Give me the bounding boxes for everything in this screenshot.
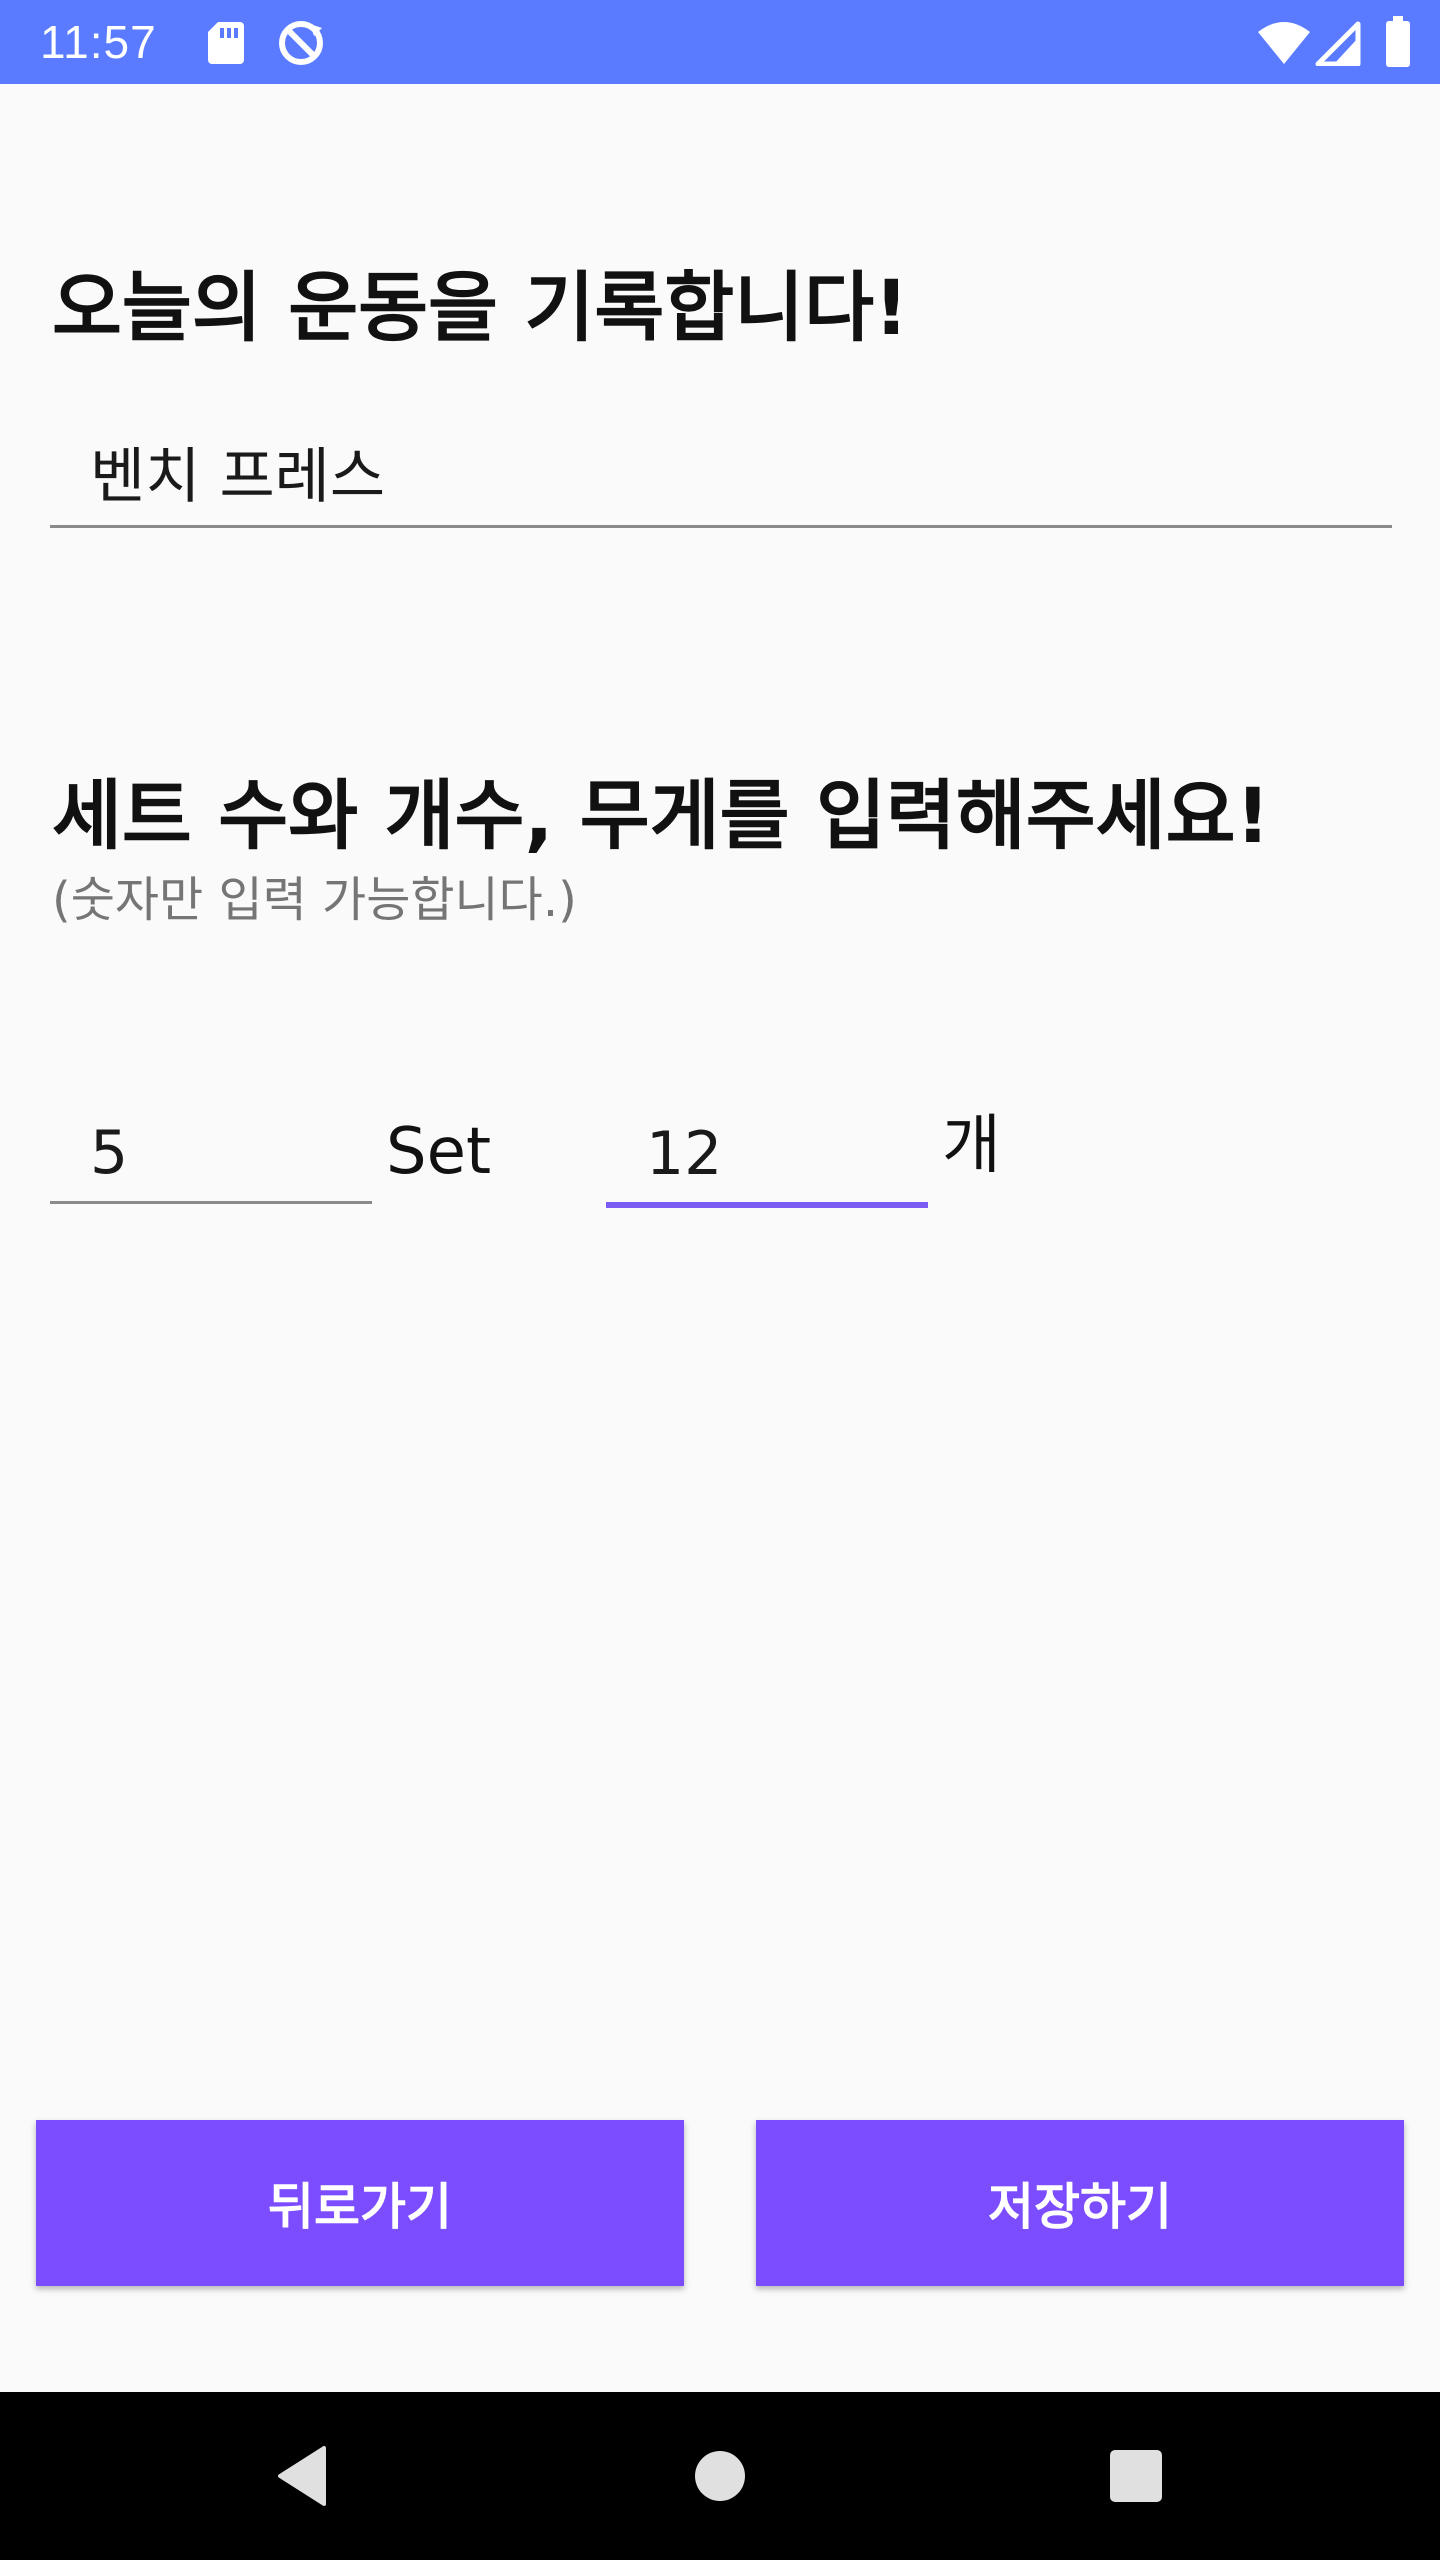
- sync-disabled-icon: [279, 21, 323, 65]
- exercise-name-input[interactable]: 벤치 프레스: [50, 424, 1392, 528]
- reps-input[interactable]: 12: [606, 1112, 928, 1208]
- sd-card-icon: [208, 22, 244, 64]
- page-title: 오늘의 운동을 기록합니다!: [52, 263, 909, 352]
- back-button[interactable]: 뒤로가기: [36, 2120, 684, 2286]
- status-bar: 11:57: [0, 0, 1440, 84]
- home-circle-icon[interactable]: [694, 2450, 746, 2502]
- back-triangle-icon[interactable]: [270, 2442, 338, 2510]
- section-title: 세트 수와 개수, 무게를 입력해주세요!: [52, 771, 1271, 860]
- reps-value: 12: [646, 1119, 723, 1189]
- sets-unit-label: Set: [386, 1115, 492, 1189]
- signal-icon: [1315, 21, 1361, 66]
- sets-value: 5: [90, 1118, 129, 1188]
- reps-unit-label: 개: [942, 1109, 1001, 1183]
- status-time: 11:57: [40, 16, 157, 68]
- battery-icon: [1386, 16, 1410, 67]
- recents-square-icon[interactable]: [1108, 2448, 1164, 2504]
- sets-input[interactable]: 5: [50, 1112, 372, 1204]
- exercise-name-value: 벤치 프레스: [90, 442, 386, 512]
- navigation-bar: [0, 2392, 1440, 2560]
- save-button[interactable]: 저장하기: [756, 2120, 1404, 2286]
- wifi-icon: [1258, 22, 1310, 64]
- numbers-only-hint: (숫자만 입력 가능합니다.): [52, 872, 577, 928]
